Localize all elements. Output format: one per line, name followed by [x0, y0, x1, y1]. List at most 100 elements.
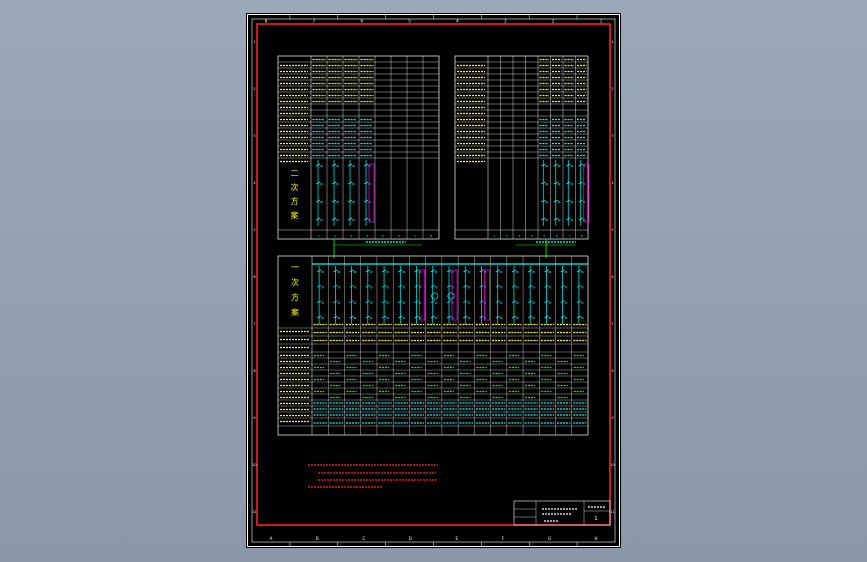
ct-symbol	[532, 270, 535, 274]
ct-symbol	[435, 286, 438, 289]
ct-symbol	[500, 286, 503, 289]
ct-symbol	[321, 316, 324, 320]
ct-symbol	[564, 286, 568, 289]
ct-symbol	[516, 316, 519, 320]
column-number: 2	[334, 234, 336, 238]
column-number: 4	[366, 234, 368, 238]
ct-symbol	[320, 164, 323, 168]
ct-symbol	[545, 182, 548, 186]
zone-mark-right: 6	[611, 275, 613, 279]
ct-symbol	[353, 286, 357, 289]
ct-symbol	[516, 286, 519, 289]
zone-mark-right: 10	[610, 463, 614, 467]
ct-symbol	[467, 316, 470, 320]
drawing-border	[256, 23, 611, 526]
ct-symbol	[581, 316, 584, 320]
sheet-frame	[247, 14, 620, 547]
column-number: 3	[350, 234, 352, 238]
ct-symbol	[500, 270, 503, 274]
column-number: 1	[493, 234, 495, 238]
ct-symbol	[370, 301, 373, 304]
cabinet-frame	[419, 269, 425, 321]
cabinet-frame	[484, 269, 490, 321]
zone-mark-top: 3	[504, 19, 507, 24]
column-number: 5	[543, 234, 545, 238]
ct-symbol	[352, 164, 355, 168]
section-label: 次	[291, 182, 299, 192]
section-label: 二	[291, 169, 299, 178]
ct-symbol	[581, 286, 584, 289]
ct-symbol	[500, 316, 503, 320]
section-label: 方	[291, 292, 299, 302]
ct-symbol	[570, 200, 573, 204]
ct-symbol	[337, 316, 341, 320]
ct-symbol	[321, 270, 324, 274]
ct-symbol	[352, 200, 355, 204]
zone-mark-right: 1	[611, 40, 613, 44]
sheet-number: 1	[594, 516, 597, 522]
zone-mark-left: 6	[253, 275, 255, 279]
notes	[308, 464, 438, 488]
cabinet-frame	[451, 269, 458, 321]
ct-symbol	[402, 286, 405, 289]
zone-mark-right: 9	[611, 416, 613, 420]
ct-symbol	[564, 270, 568, 274]
ct-symbol	[467, 270, 470, 274]
zone-mark-left: 3	[253, 134, 255, 138]
ct-symbol	[370, 286, 373, 289]
ct-symbol	[558, 164, 561, 168]
zone-mark-left: 5	[253, 228, 255, 232]
ct-symbol	[435, 316, 438, 320]
section-label: 一	[291, 263, 299, 272]
zone-mark-right: 11	[610, 510, 614, 514]
column-number: 6	[556, 234, 558, 238]
ct-symbol	[570, 218, 573, 222]
ct-symbol	[435, 301, 438, 304]
zone-mark-bottom: G	[548, 536, 551, 541]
column-number: 2	[506, 234, 508, 238]
zone-mark-top: 2	[552, 19, 555, 24]
ct-symbol	[402, 301, 405, 304]
ct-symbol	[370, 270, 373, 274]
upper-right-schedule: 1 2 3 4 5 6 7 8	[454, 55, 590, 240]
ct-symbol	[545, 218, 548, 222]
ct-symbol	[321, 301, 324, 304]
ct-symbol	[402, 316, 405, 320]
ct-symbol	[564, 316, 568, 320]
zone-mark-top: 1	[600, 19, 603, 24]
ct-symbol	[548, 301, 552, 304]
column-number: 6	[398, 234, 400, 238]
bus-links	[333, 239, 576, 258]
zone-mark-top: 6	[360, 19, 363, 24]
section-label: 案	[291, 307, 299, 317]
zone-mark-right: 5	[611, 228, 613, 232]
column-number: 7	[414, 234, 416, 238]
ct-symbol	[402, 270, 405, 274]
ct-symbol	[581, 301, 584, 304]
ct-symbol	[386, 301, 389, 304]
ct-symbol	[570, 182, 573, 186]
zone-marks: 8 7 6 5 4 3 2 1A B C D E F G H123456789101112345678910…	[252, 14, 615, 547]
ct-symbol	[500, 301, 503, 304]
cabinet-frame	[368, 163, 375, 223]
column-number: 5	[382, 234, 384, 238]
ct-symbol	[336, 164, 339, 168]
ct-symbol	[545, 164, 548, 168]
zone-mark-bottom: D	[409, 536, 412, 541]
ct-symbol	[337, 301, 341, 304]
ct-symbol	[581, 270, 584, 274]
column-number: 4	[531, 234, 533, 238]
ct-symbol	[337, 286, 341, 289]
zone-frame	[251, 18, 616, 543]
zone-mark-bottom: H	[594, 536, 597, 541]
zone-mark-top: 5	[408, 19, 411, 24]
zone-mark-bottom: C	[362, 536, 365, 541]
ct-symbol	[337, 270, 341, 274]
zone-mark-right: 2	[611, 87, 613, 91]
column-number: 1	[318, 234, 320, 238]
zone-mark-top: 8	[265, 19, 268, 24]
column-number: 8	[430, 234, 432, 238]
zone-mark-bottom: A	[270, 536, 273, 541]
column-number: 3	[518, 234, 520, 238]
cad-viewport[interactable]: 8 7 6 5 4 3 2 1 A B C D E F G H 1 2 3 4 5 6 7 8 9 10 11 1 2 3 4 5 6 7 8 9 10…	[0, 0, 867, 562]
